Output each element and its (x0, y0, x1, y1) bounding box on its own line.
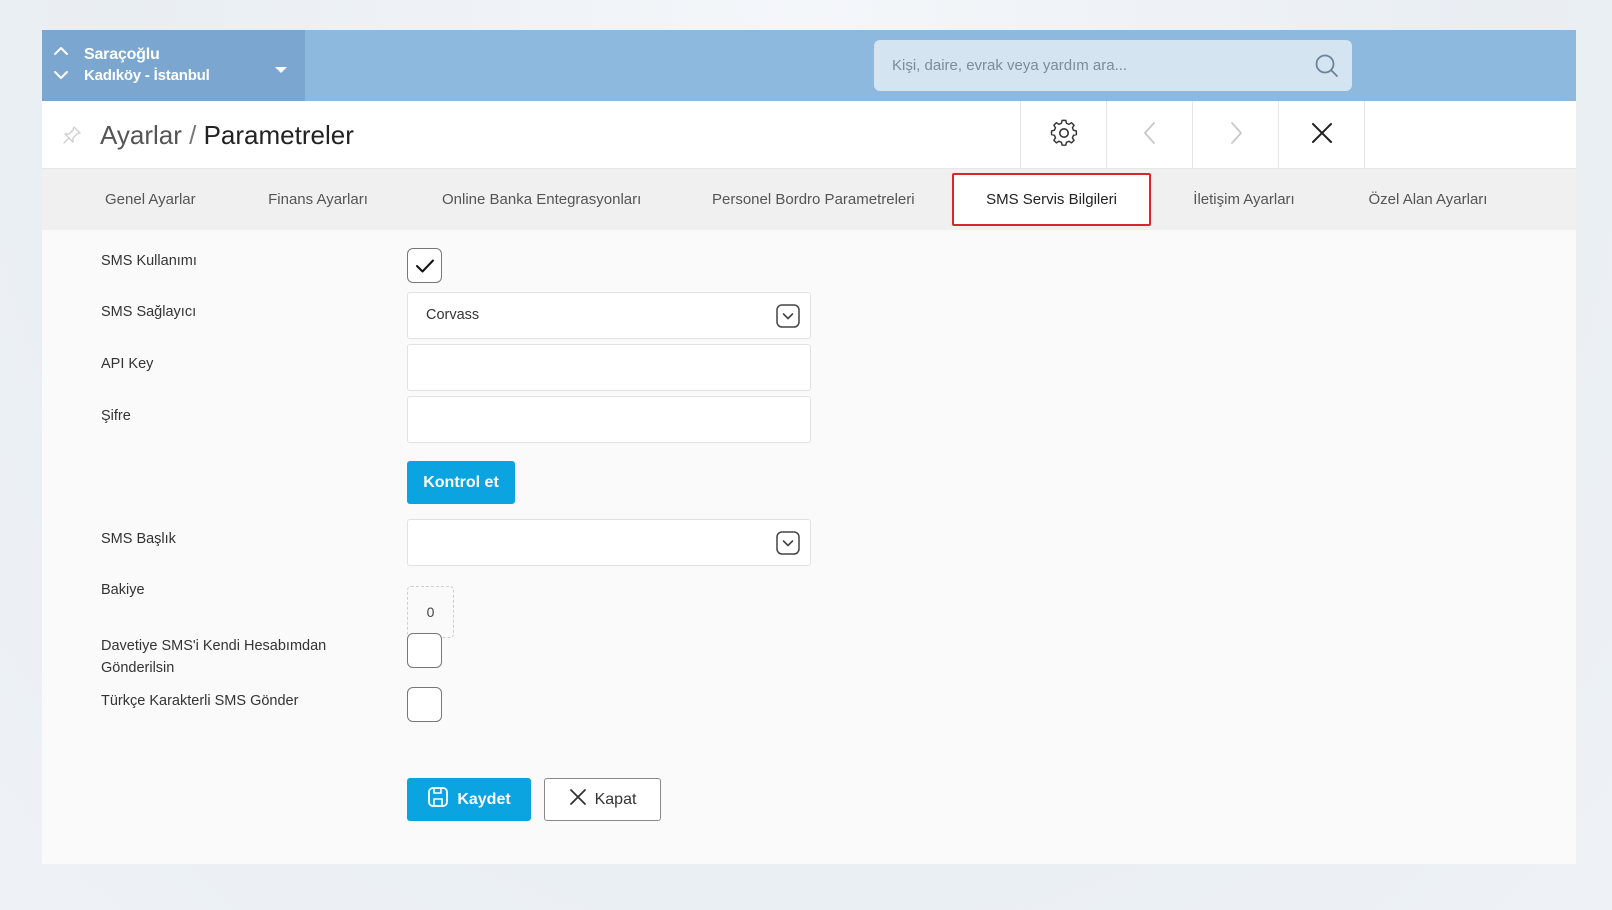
sms-provider-select[interactable]: Corvass (407, 292, 811, 339)
invite-sms-checkbox[interactable] (407, 633, 442, 668)
tab-bar: Genel Ayarlar Finans Ayarları Online Ban… (42, 169, 1576, 230)
sms-provider-label: SMS Sağlayıcı (101, 304, 197, 320)
balance-label: Bakiye (101, 582, 145, 598)
tab-personel-bordro[interactable]: Personel Bordro Parametreleri (712, 173, 915, 226)
tab-sms-servis-bilgileri[interactable]: SMS Servis Bilgileri (952, 173, 1151, 226)
balance-value: 0 (407, 586, 454, 638)
checkmark-icon (415, 259, 434, 272)
page-title: Parametreler (203, 120, 354, 150)
password-input[interactable] (408, 397, 810, 442)
breadcrumb-separator: / (189, 120, 197, 150)
invite-sms-label-line2: Gönderilsin (101, 660, 175, 676)
password-field (407, 396, 811, 443)
pin-icon[interactable] (62, 125, 82, 150)
turkish-chars-label: Türkçe Karakterli SMS Gönder (101, 693, 299, 709)
search-icon[interactable] (1314, 53, 1340, 84)
close-page-button[interactable] (1278, 101, 1365, 169)
tab-iletisim-ayarlari[interactable]: İletişim Ayarları (1192, 173, 1296, 226)
site-switcher[interactable]: Saraçoğlu Kadıköy - İstanbul (42, 30, 305, 101)
password-label: Şifre (101, 408, 131, 424)
api-key-input[interactable] (408, 345, 810, 390)
caret-down-icon[interactable] (274, 61, 288, 79)
site-name: Saraçoğlu (84, 46, 160, 63)
sms-provider-value: Corvass (426, 307, 480, 323)
sms-usage-checkbox[interactable] (407, 248, 442, 283)
invite-sms-label: Davetiye SMS'i Kendi Hesabımdan Gönderil… (101, 635, 326, 679)
check-button[interactable]: Kontrol et (407, 461, 515, 504)
app-window: Saraçoğlu Kadıköy - İstanbul Ay (42, 30, 1576, 864)
tab-online-banka[interactable]: Online Banka Entegrasyonları (442, 173, 641, 226)
invite-sms-label-line1: Davetiye SMS'i Kendi Hesabımdan (101, 638, 327, 654)
save-icon (427, 786, 449, 813)
page-header: Ayarlar / Parametreler (42, 101, 1576, 169)
chevron-right-icon (1229, 121, 1243, 150)
next-button[interactable] (1192, 101, 1279, 169)
close-icon (569, 788, 587, 811)
chevron-left-icon (1143, 121, 1157, 150)
tab-finans-ayarlari[interactable]: Finans Ayarları (268, 173, 368, 226)
previous-button[interactable] (1106, 101, 1193, 169)
up-down-arrows-icon[interactable] (52, 44, 70, 86)
close-label: Kapat (594, 790, 637, 808)
settings-button[interactable] (1020, 101, 1107, 169)
sms-usage-label: SMS Kullanımı (101, 253, 197, 269)
close-icon (1310, 121, 1334, 150)
close-button[interactable]: Kapat (544, 778, 661, 821)
breadcrumb-parent[interactable]: Ayarlar (100, 120, 182, 150)
sms-header-select[interactable] (407, 519, 811, 566)
search-box (874, 40, 1352, 91)
sms-header-label: SMS Başlık (101, 531, 176, 547)
top-bar: Saraçoğlu Kadıköy - İstanbul (42, 30, 1576, 101)
search-input[interactable] (892, 40, 1292, 91)
tab-genel-ayarlar[interactable]: Genel Ayarlar (105, 173, 196, 226)
api-key-field (407, 344, 811, 391)
save-button[interactable]: Kaydet (407, 778, 531, 821)
chevron-down-icon[interactable] (776, 304, 800, 333)
chevron-down-icon[interactable] (776, 531, 800, 560)
gear-icon (1050, 119, 1078, 152)
breadcrumb: Ayarlar / Parametreler (100, 120, 354, 151)
turkish-chars-checkbox[interactable] (407, 687, 442, 722)
site-location: Kadıköy - İstanbul (84, 67, 210, 84)
tab-ozel-alan-ayarlari[interactable]: Özel Alan Ayarları (1368, 173, 1488, 226)
api-key-label: API Key (101, 356, 154, 372)
save-label: Kaydet (457, 790, 511, 808)
